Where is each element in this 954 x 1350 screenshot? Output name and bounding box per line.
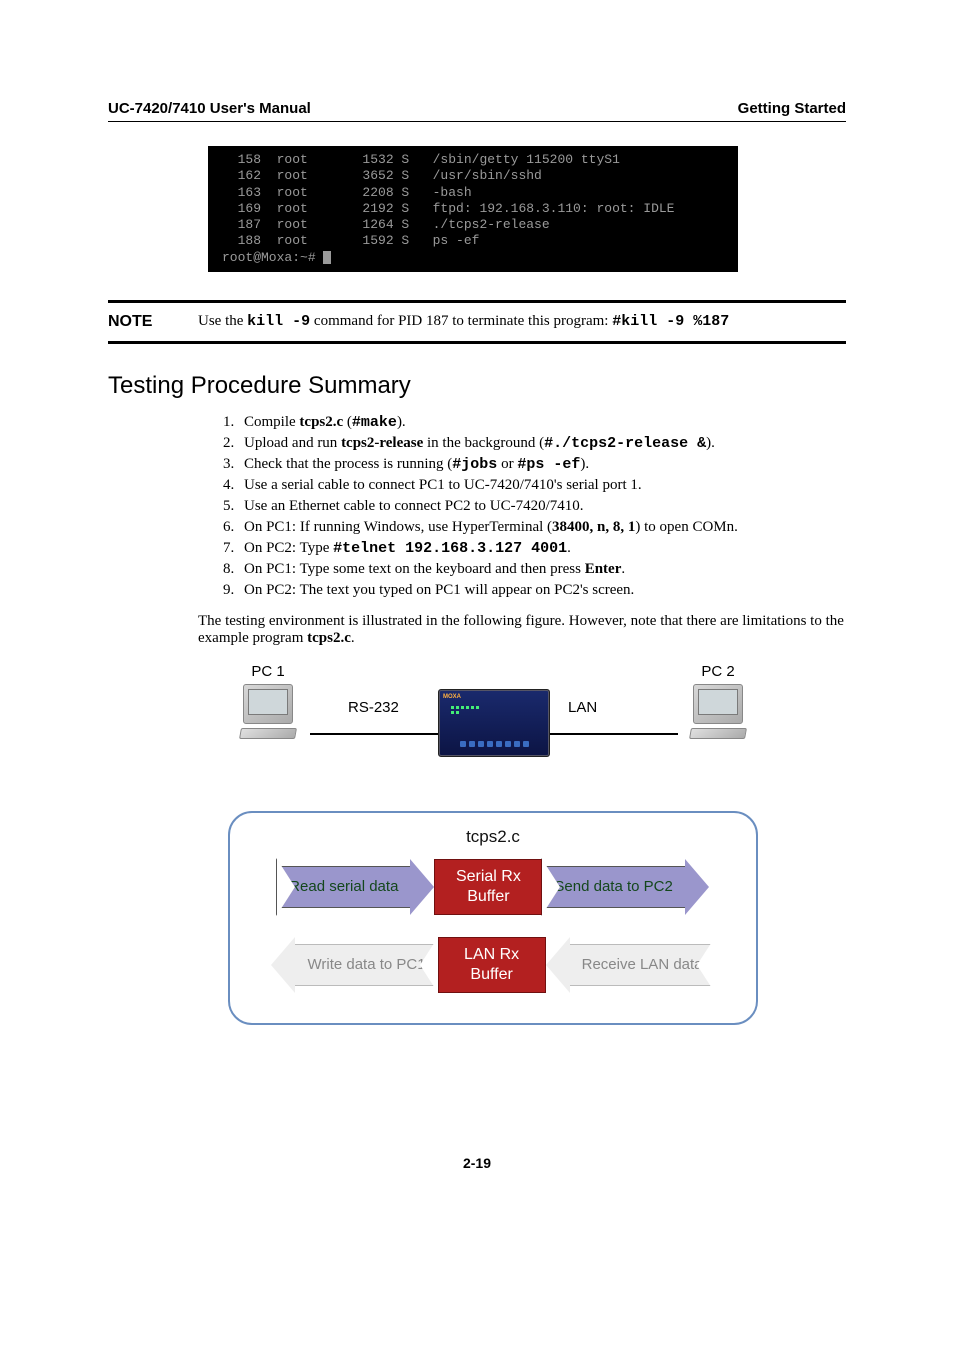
list-item: On PC2: The text you typed on PC1 will a…: [238, 582, 846, 599]
note-label: NOTE: [108, 313, 198, 331]
serial-rx-buffer: Serial Rx Buffer: [434, 859, 542, 915]
list-item: Compile tcps2.c (#make).: [238, 414, 846, 431]
header-right: Getting Started: [738, 100, 846, 117]
pc2-label: PC 2: [678, 663, 758, 680]
pc1-icon: PC 1: [228, 663, 308, 739]
header-left: UC-7420/7410 User's Manual: [108, 100, 311, 117]
connection-line: [310, 733, 438, 735]
list-item: On PC2: Type #telnet 192.168.3.127 4001.: [238, 540, 846, 557]
list-item: On PC1: If running Windows, use HyperTer…: [238, 519, 846, 536]
note-text-part: Use the: [198, 313, 247, 329]
steps-list: Compile tcps2.c (#make). Upload and run …: [108, 414, 846, 599]
terminal-line: 188 root 1592 S ps -ef: [222, 233, 479, 248]
terminal-line: 187 root 1264 S ./tcps2-release: [222, 217, 550, 232]
arrow-send-pc2: Send data to PC2: [542, 859, 708, 915]
lan-rx-buffer: LAN Rx Buffer: [438, 937, 546, 993]
terminal-line: 163 root 2208 S -bash: [222, 185, 472, 200]
rs232-label: RS-232: [348, 699, 399, 716]
note-code: #kill -9 %187: [612, 313, 729, 330]
arrow-label: Receive LAN data: [570, 944, 715, 986]
terminal-line: 158 root 1532 S /sbin/getty 115200 ttyS1: [222, 152, 620, 167]
diagram: PC 1 RS-232 MOXA LAN PC 2 tcps2.c: [228, 663, 758, 1025]
terminal-line: 169 root 2192 S ftpd: 192.168.3.110: roo…: [222, 201, 674, 216]
terminal-line: 162 root 3652 S /usr/sbin/sshd: [222, 168, 542, 183]
arrow-label: Read serial data: [277, 866, 410, 908]
arrow-receive-lan: Receive LAN data: [546, 937, 715, 993]
list-item: Use a serial cable to connect PC1 to UC-…: [238, 477, 846, 494]
arrow-label: Send data to PC2: [542, 866, 684, 908]
list-item: Use an Ethernet cable to connect PC2 to …: [238, 498, 846, 515]
note-code: kill -9: [247, 313, 310, 330]
lan-label: LAN: [568, 699, 597, 716]
note-text: Use the kill -9 command for PID 187 to t…: [198, 313, 729, 330]
terminal-output: 158 root 1532 S /sbin/getty 115200 ttyS1…: [208, 146, 738, 272]
page-header: UC-7420/7410 User's Manual Getting Start…: [108, 100, 846, 122]
arrow-label: Write data to PC1: [295, 944, 437, 986]
arrow-write-pc1: Write data to PC1: [271, 937, 437, 993]
list-item: On PC1: Type some text on the keyboard a…: [238, 561, 846, 578]
pc1-label: PC 1: [228, 663, 308, 680]
section-heading: Testing Procedure Summary: [108, 372, 846, 400]
flow-title: tcps2.c: [242, 827, 744, 847]
device-icon: MOXA: [438, 689, 550, 757]
flow-box: tcps2.c Read serial data Serial Rx Buffe…: [228, 811, 758, 1025]
pc2-icon: PC 2: [678, 663, 758, 739]
arrow-read-serial: Read serial data: [277, 859, 434, 915]
cursor-icon: [323, 251, 331, 264]
list-item: Check that the process is running (#jobs…: [238, 456, 846, 473]
paragraph: The testing environment is illustrated i…: [198, 613, 846, 647]
terminal-prompt: root@Moxa:~#: [222, 250, 323, 265]
connection-line: [550, 733, 678, 735]
page-number: 2-19: [108, 1155, 846, 1171]
note-text-part: command for PID 187 to terminate this pr…: [310, 313, 612, 329]
note-box: NOTE Use the kill -9 command for PID 187…: [108, 300, 846, 344]
list-item: Upload and run tcps2-release in the back…: [238, 435, 846, 452]
